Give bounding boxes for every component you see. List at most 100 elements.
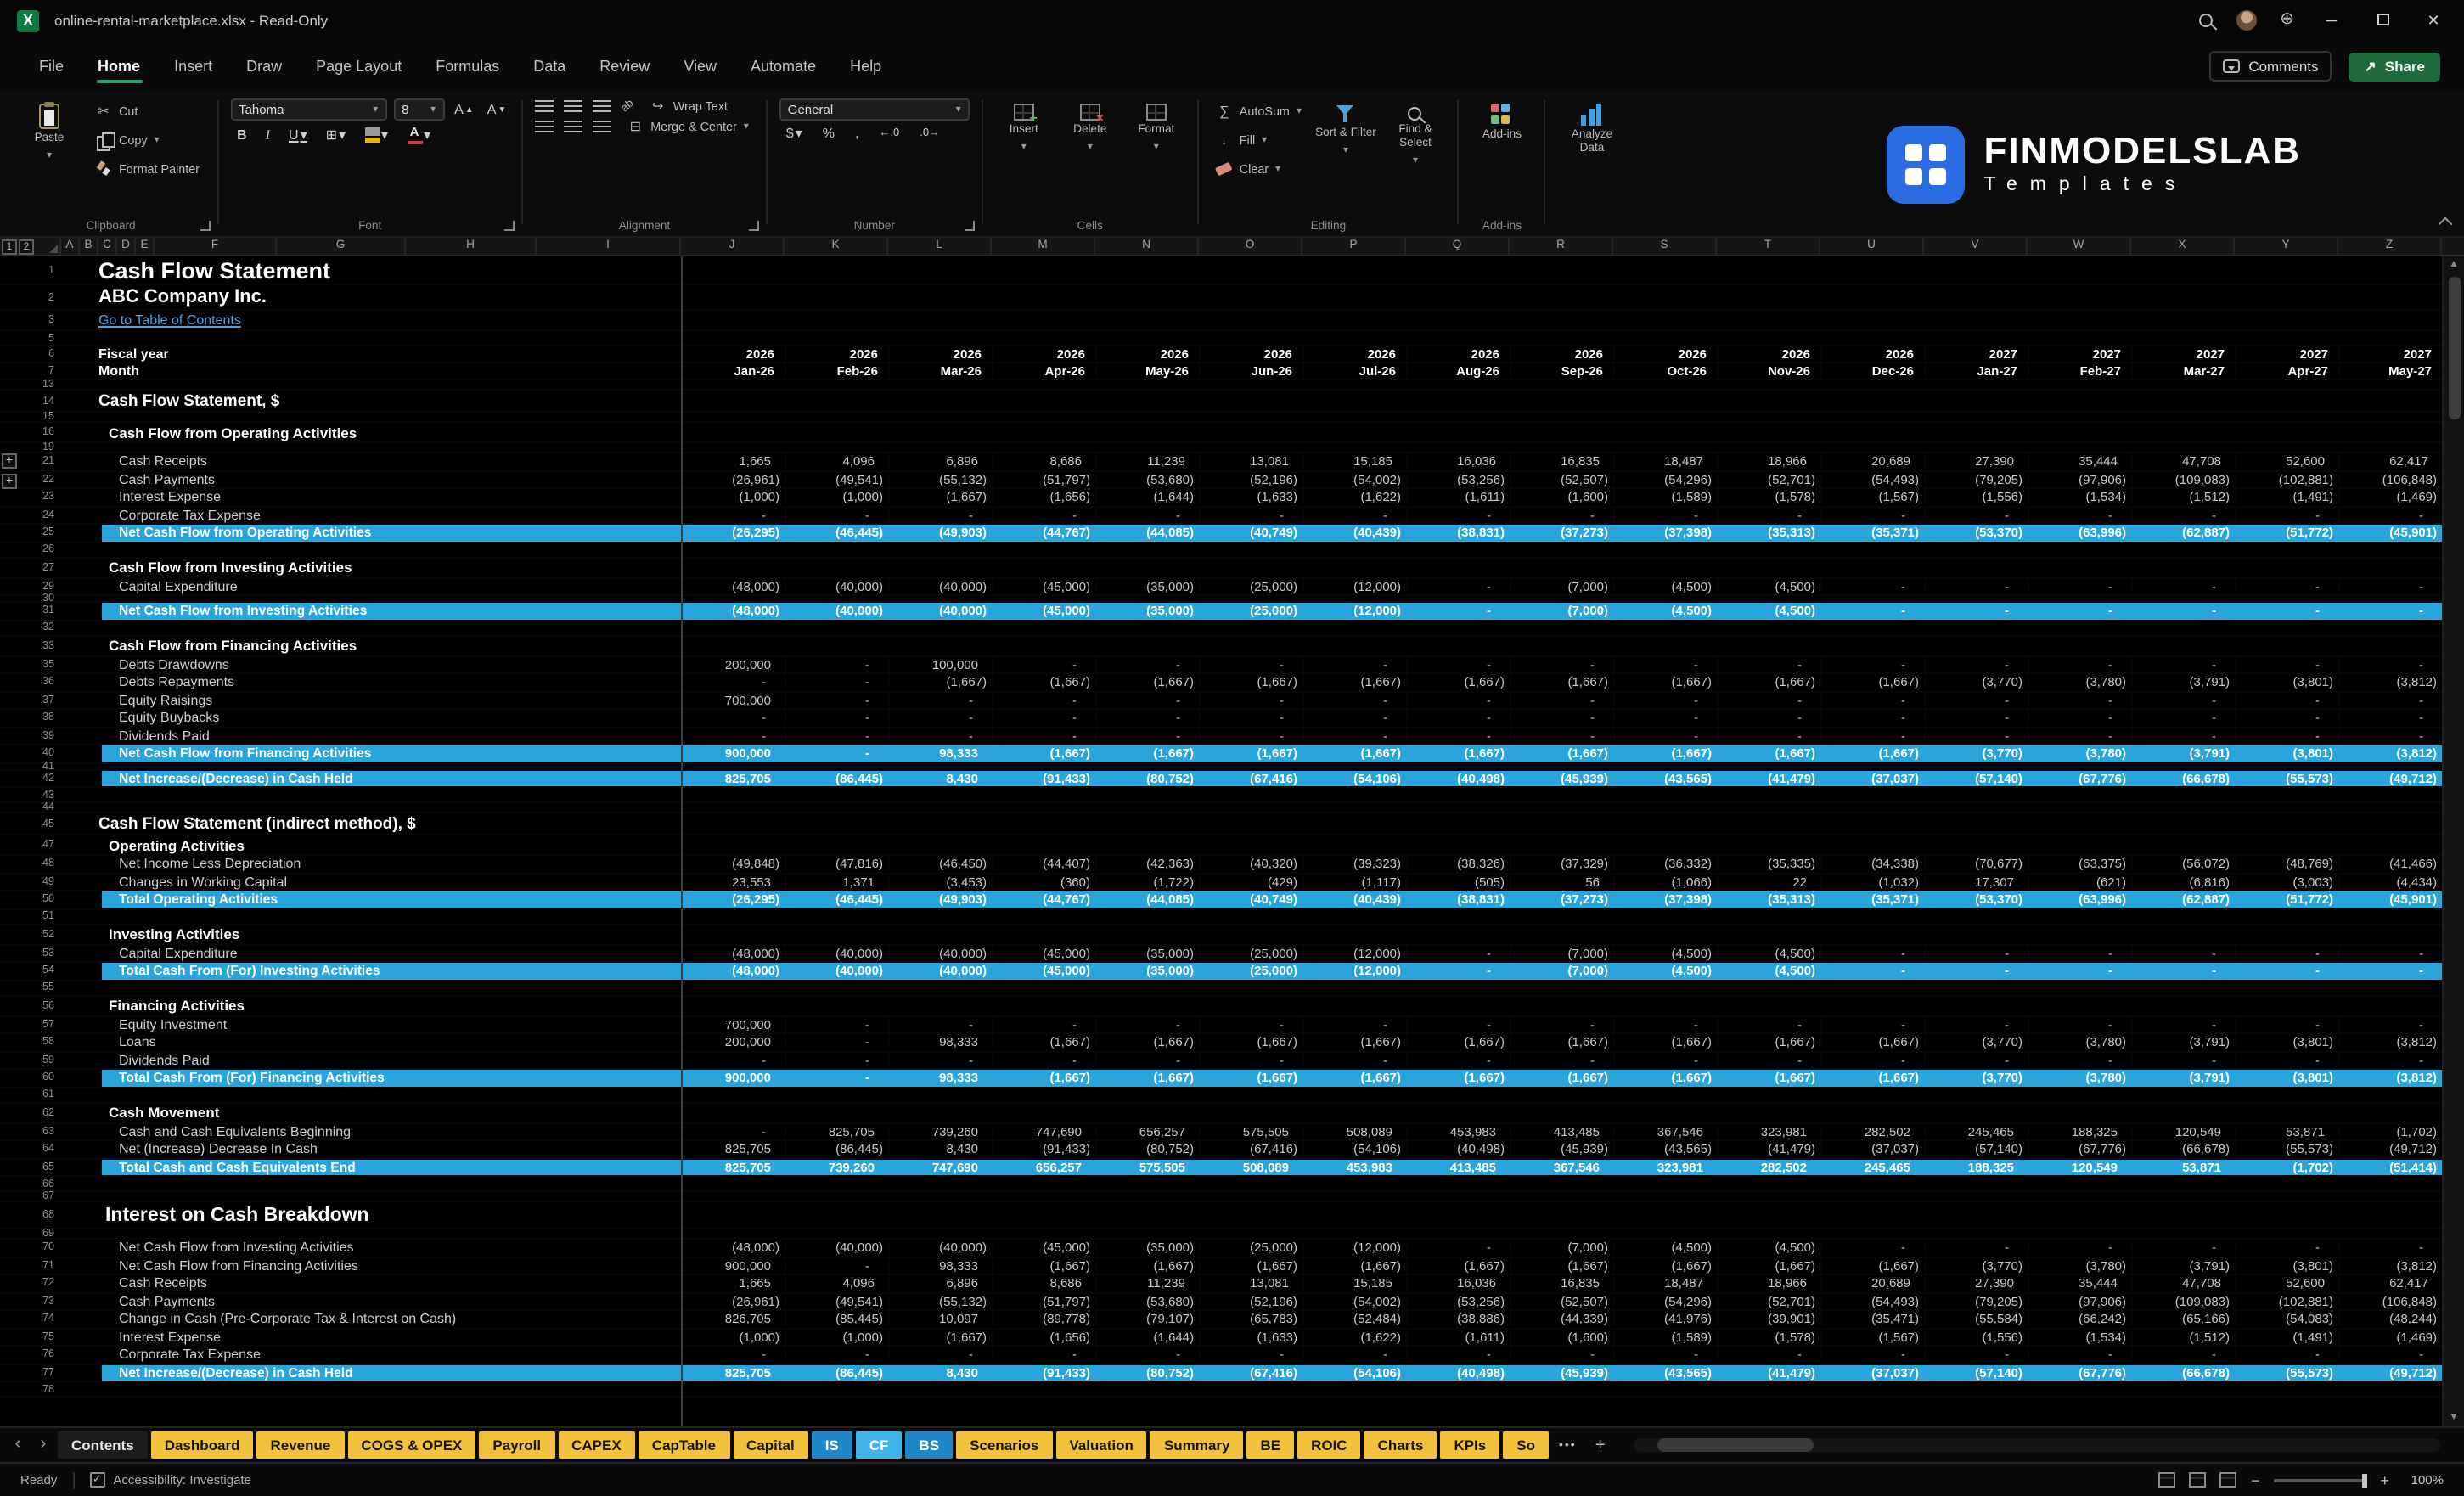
cell[interactable]: 56 — [1510, 875, 1613, 890]
col-header-E[interactable]: E — [136, 238, 155, 255]
cell[interactable]: - — [2235, 1240, 2338, 1256]
cell[interactable]: (52,484) — [1302, 1312, 1406, 1327]
row-header-41[interactable]: 41 — [20, 760, 61, 772]
cell[interactable]: (25,000) — [1199, 964, 1302, 979]
cell[interactable]: 8,686 — [992, 454, 1095, 470]
cell[interactable]: - — [2338, 1053, 2442, 1068]
cell[interactable]: - — [1510, 1053, 1613, 1068]
cell[interactable]: - — [2235, 579, 2338, 594]
cell[interactable]: (1,667) — [1613, 675, 1717, 690]
row-label[interactable]: Capital Expenditure — [61, 946, 681, 961]
row-label[interactable]: Corporate Tax Expense — [61, 1347, 681, 1363]
cell[interactable]: 2027 — [2235, 346, 2338, 362]
row-label[interactable]: Cash Flow from Operating Activities — [61, 424, 2464, 441]
cell[interactable]: (1,667) — [1095, 675, 1199, 690]
cell[interactable]: - — [681, 1347, 785, 1363]
row-label[interactable]: Go to Table of Contents — [61, 312, 2464, 328]
cell[interactable]: (65,166) — [2131, 1312, 2235, 1327]
col-header-H[interactable]: H — [406, 238, 537, 255]
wrap-text-button[interactable]: ↪Wrap Text — [644, 98, 733, 114]
row-header-65[interactable]: 65 — [20, 1161, 61, 1173]
cell[interactable]: - — [1199, 1053, 1302, 1068]
cell[interactable]: 2027 — [2338, 346, 2442, 362]
cell[interactable]: (1,667) — [1199, 746, 1302, 762]
cell[interactable]: - — [2131, 728, 2235, 744]
cell[interactable]: (48,000) — [681, 946, 785, 961]
cell[interactable]: (43,565) — [1613, 1365, 1717, 1381]
cell[interactable]: 825,705 — [681, 1142, 785, 1157]
cell[interactable]: 35,444 — [2028, 1276, 2131, 1291]
cell[interactable]: (35,371) — [1820, 892, 1924, 908]
cell[interactable]: 508,089 — [1302, 1124, 1406, 1139]
cell[interactable]: (44,767) — [992, 526, 1095, 541]
cell[interactable]: 826,705 — [681, 1312, 785, 1327]
cell[interactable]: (1,667) — [992, 1258, 1095, 1274]
row-label[interactable]: Debts Drawdowns — [61, 657, 681, 672]
menu-insert[interactable]: Insert — [159, 48, 228, 85]
dialog-launcher-icon[interactable] — [965, 221, 975, 231]
cell[interactable]: (3,801) — [2235, 675, 2338, 690]
cell[interactable]: - — [1406, 1240, 1510, 1256]
cell[interactable]: - — [2028, 711, 2131, 726]
cell[interactable]: (7,000) — [1510, 1240, 1613, 1256]
cell[interactable]: (86,445) — [785, 1142, 888, 1157]
cell[interactable]: - — [2028, 508, 2131, 523]
comma-format-button[interactable]: , — [852, 126, 862, 141]
cell[interactable]: 2027 — [2028, 346, 2131, 362]
col-header-P[interactable]: P — [1302, 238, 1406, 255]
cell[interactable]: 2026 — [1510, 346, 1613, 362]
cell[interactable]: - — [2131, 1053, 2235, 1068]
cell[interactable]: Jan-26 — [681, 363, 785, 379]
clear-button[interactable]: Clear▾ — [1211, 156, 1307, 182]
cell[interactable]: (38,326) — [1406, 857, 1510, 872]
percent-format-button[interactable]: % — [819, 126, 838, 141]
row-header-31[interactable]: 31 — [20, 605, 61, 617]
cell[interactable]: (25,000) — [1199, 946, 1302, 961]
cell[interactable]: 120,549 — [2131, 1124, 2235, 1139]
cell[interactable]: (1,644) — [1095, 490, 1199, 505]
row-header-59[interactable]: 59 — [20, 1055, 61, 1066]
cell[interactable]: - — [785, 693, 888, 708]
cell[interactable]: - — [681, 1053, 785, 1068]
col-header-T[interactable]: T — [1717, 238, 1820, 255]
cell[interactable]: (38,831) — [1406, 526, 1510, 541]
cell[interactable]: 98,333 — [888, 746, 992, 762]
cell[interactable]: - — [2235, 1017, 2338, 1032]
cell[interactable]: (85,445) — [785, 1312, 888, 1327]
cell[interactable]: 8,430 — [888, 771, 992, 786]
cell[interactable]: Jun-26 — [1199, 363, 1302, 379]
cell[interactable]: (40,000) — [888, 1240, 992, 1256]
row-header-61[interactable]: 61 — [20, 1088, 61, 1100]
cell[interactable]: (40,498) — [1406, 771, 1510, 786]
cell[interactable]: - — [2131, 964, 2235, 979]
cell[interactable]: May-27 — [2338, 363, 2442, 379]
cell[interactable]: (3,780) — [2028, 1258, 2131, 1274]
zoom-slider[interactable] — [2273, 1478, 2366, 1482]
sheet-tab-bs[interactable]: BS — [905, 1431, 953, 1459]
cell[interactable]: (1,622) — [1302, 490, 1406, 505]
cell[interactable]: 367,546 — [1510, 1160, 1613, 1175]
cell[interactable]: (1,667) — [992, 746, 1095, 762]
cell[interactable]: (46,445) — [785, 526, 888, 541]
menu-help[interactable]: Help — [835, 48, 897, 85]
cell[interactable]: (55,573) — [2235, 1365, 2338, 1381]
cell[interactable]: - — [1717, 1017, 1820, 1032]
cell[interactable]: (4,500) — [1613, 946, 1717, 961]
cell[interactable]: (1,600) — [1510, 1330, 1613, 1345]
cell[interactable]: - — [785, 657, 888, 672]
cell[interactable]: (40,749) — [1199, 892, 1302, 908]
cell[interactable]: 18,966 — [1717, 1276, 1820, 1291]
row-label[interactable]: Net Cash Flow from Investing Activities — [102, 604, 681, 619]
fill-button[interactable]: ↓Fill▾ — [1211, 127, 1307, 153]
sheet-tab-dashboard[interactable]: Dashboard — [151, 1431, 254, 1459]
cell[interactable]: - — [1406, 579, 1510, 594]
cell[interactable]: - — [2338, 1017, 2442, 1032]
cell[interactable]: - — [1924, 693, 2028, 708]
cell[interactable]: - — [1613, 657, 1717, 672]
cell[interactable]: (1,633) — [1199, 1330, 1302, 1345]
cell[interactable]: - — [681, 508, 785, 523]
cell[interactable]: 62,417 — [2338, 454, 2442, 470]
cell[interactable]: (54,083) — [2235, 1312, 2338, 1327]
cell[interactable]: (1,622) — [1302, 1330, 1406, 1345]
cell[interactable]: (35,313) — [1717, 526, 1820, 541]
